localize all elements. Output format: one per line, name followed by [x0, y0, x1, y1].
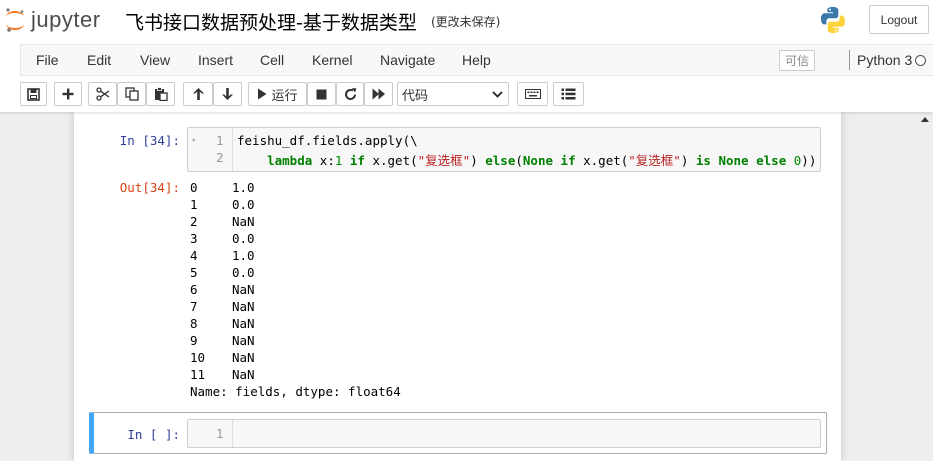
cell-1-editor[interactable]: ▾ 1 2 feishu_df.fields.apply(\ lambda x:…	[187, 127, 821, 172]
menu-navigate[interactable]: Navigate	[380, 52, 435, 68]
cell-2-gutter: 1	[188, 420, 233, 447]
chevron-down-icon	[492, 91, 503, 98]
kernel-separator	[849, 50, 850, 70]
fast-forward-icon	[372, 88, 385, 100]
cell-2-in-prompt: In [ ]:	[127, 427, 180, 442]
copy-icon	[124, 87, 139, 101]
kernel-idle-indicator	[915, 55, 926, 66]
code-line-1: feishu_df.fields.apply(\	[237, 133, 418, 148]
fold-marker-icon[interactable]: ▾	[191, 136, 196, 146]
kernel-name: Python 3	[857, 52, 913, 68]
keyboard-icon	[524, 89, 541, 99]
notebook-title[interactable]: 飞书接口数据预处理-基于数据类型	[125, 8, 417, 35]
menu-help[interactable]: Help	[462, 52, 491, 68]
trusted-indicator[interactable]: 可信	[779, 50, 815, 71]
plus-icon	[62, 88, 74, 100]
output-footer: Name: fields, dtype: float64	[190, 384, 401, 399]
cell-type-value: 代码	[402, 88, 429, 104]
insert-cell-button[interactable]	[54, 82, 82, 106]
menu-file[interactable]: File	[36, 52, 59, 68]
play-icon	[258, 88, 267, 100]
stop-icon	[316, 89, 327, 99]
arrow-up-icon	[192, 88, 204, 100]
move-up-button[interactable]	[183, 82, 213, 106]
jupyter-logo[interactable]: jupyter	[4, 6, 101, 34]
notebook-header: jupyter 飞书接口数据预处理-基于数据类型 (更改未保存) Logout …	[0, 0, 933, 112]
line-number: 1	[216, 426, 224, 441]
scissors-icon	[95, 87, 109, 101]
line-number: 1	[216, 133, 224, 148]
cell-1-in-prompt: In [34]:	[119, 133, 180, 148]
cell-type-select[interactable]: 代码	[397, 82, 509, 106]
interrupt-button[interactable]	[307, 82, 336, 106]
move-down-button[interactable]	[213, 82, 242, 106]
paste-button[interactable]	[146, 82, 175, 106]
cell-2-editor[interactable]: 1	[187, 419, 821, 448]
refresh-icon	[344, 87, 356, 100]
code-line-2: lambda x:1 if x.get("复选框") else(None if …	[267, 153, 817, 168]
save-status: (更改未保存)	[431, 15, 501, 29]
menu-cell[interactable]: Cell	[260, 52, 284, 68]
menu-kernel[interactable]: Kernel	[312, 52, 352, 68]
run-button[interactable]: 运行	[248, 82, 307, 106]
cut-button[interactable]	[88, 82, 117, 106]
menu-view[interactable]: View	[140, 52, 170, 68]
copy-button[interactable]	[117, 82, 146, 106]
jupyter-logo-icon	[6, 8, 24, 32]
command-palette-button[interactable]	[517, 82, 548, 106]
logout-button[interactable]: Logout	[869, 5, 929, 34]
cell-1-gutter: ▾ 1 2	[188, 128, 233, 171]
floppy-disk-icon	[27, 87, 40, 101]
scroll-up-arrow-icon[interactable]	[920, 115, 930, 123]
arrow-down-icon	[222, 88, 233, 100]
restart-run-all-button[interactable]	[364, 82, 393, 106]
list-icon	[561, 88, 576, 100]
cell-1-out-prompt: Out[34]:	[119, 180, 180, 195]
paste-icon	[154, 87, 168, 101]
line-number: 2	[216, 150, 224, 165]
restart-button[interactable]	[336, 82, 364, 106]
menubar: File Edit View Insert Cell Kernel Naviga…	[20, 44, 933, 76]
jupyter-logo-text: jupyter	[31, 7, 101, 32]
toggle-toc-button[interactable]	[553, 82, 584, 106]
menu-edit[interactable]: Edit	[87, 52, 111, 68]
run-label: 运行	[271, 88, 298, 104]
menu-insert[interactable]: Insert	[198, 52, 233, 68]
save-button[interactable]	[20, 82, 47, 106]
python-logo-icon	[821, 7, 845, 33]
